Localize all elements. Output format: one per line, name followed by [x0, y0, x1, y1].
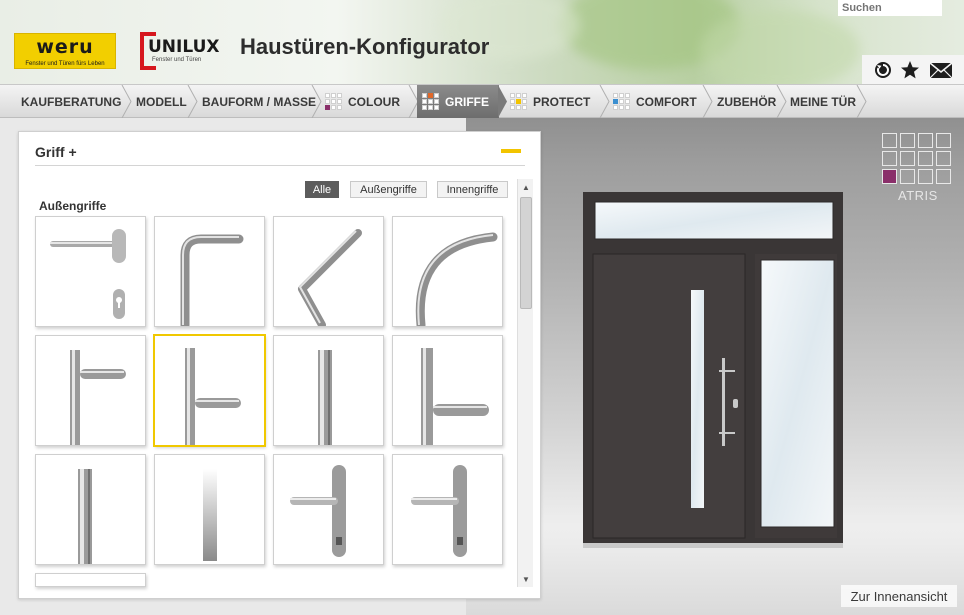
handle-tile[interactable]: [273, 216, 384, 327]
colour-swatch-icon: [325, 93, 342, 110]
unilux-slogan: Fenster und Türen: [152, 57, 202, 63]
nav-label: GRIFFE: [445, 94, 489, 109]
angled-handle-image: [298, 229, 362, 326]
weru-slogan: Fenster und Türen fürs Leben: [25, 61, 105, 67]
search-input[interactable]: [838, 0, 942, 16]
nav-item-meine-tuer[interactable]: MEINE TÜR: [787, 85, 859, 118]
nav-label: KAUFBERATUNG: [21, 94, 122, 109]
nav-label: ZUBEHÖR: [717, 94, 777, 109]
nav-item-kaufberatung[interactable]: KAUFBERATUNG: [18, 85, 124, 118]
model-cell[interactable]: [918, 151, 933, 166]
weru-logo-text: weru: [36, 36, 94, 58]
model-name: ATRIS: [898, 188, 938, 203]
nav-separator: [599, 85, 610, 118]
model-cell[interactable]: [900, 151, 915, 166]
nav-label: MEINE TÜR: [790, 94, 856, 109]
handle-tile[interactable]: [35, 454, 146, 565]
handle-tile[interactable]: [392, 454, 503, 565]
nav-label: COMFORT: [636, 94, 697, 109]
bar-lever-handle-image: [70, 350, 126, 445]
nav-item-griffe[interactable]: GRIFFE: [417, 85, 499, 118]
straight-bar-handle-image: [78, 469, 92, 564]
divider: [35, 165, 525, 166]
handle-tile[interactable]: [35, 335, 146, 446]
mail-icon[interactable]: [928, 59, 954, 81]
comfort-swatch-icon: [613, 93, 630, 110]
nav-label: BAUFORM / MASSE: [202, 94, 316, 109]
section-label: Außengriffe: [39, 199, 107, 213]
nav-item-protect[interactable]: PROTECT: [510, 85, 602, 118]
unilux-logo-text: UNILUX: [148, 37, 220, 57]
nav-label: COLOUR: [348, 94, 400, 109]
main-navigation: KAUFBERATUNG MODELL BAUFORM / MASSE COLO…: [0, 84, 964, 118]
model-cell[interactable]: [918, 133, 933, 148]
unilux-logo[interactable]: UNILUX Fenster und Türen: [140, 32, 220, 70]
model-cell-selected[interactable]: [882, 169, 897, 184]
straight-bar-handle-image: [318, 350, 332, 445]
nav-item-colour[interactable]: COLOUR: [325, 85, 411, 118]
handle-tile-selected[interactable]: [154, 335, 265, 446]
nav-separator: [121, 85, 132, 118]
nav-item-zubehoer[interactable]: ZUBEHÖR: [714, 85, 780, 118]
plate-lever-handle-image: [290, 465, 346, 557]
handle-tile[interactable]: [35, 216, 146, 327]
collapse-button[interactable]: [501, 149, 521, 153]
curved-handle-image: [415, 232, 498, 326]
protect-swatch-icon: [510, 93, 527, 110]
griffe-swatch-icon: [422, 93, 439, 110]
model-cell[interactable]: [918, 169, 933, 184]
star-icon[interactable]: [899, 59, 921, 81]
handle-panel: Griff + Alle Außengriffe Innengriffe Auß…: [18, 131, 541, 599]
handle-tile[interactable]: [154, 454, 265, 565]
scroll-thumb[interactable]: [520, 197, 532, 309]
scroll-up-icon[interactable]: ▲: [518, 179, 534, 195]
model-selector-grid[interactable]: [882, 133, 951, 184]
handle-tile[interactable]: [273, 454, 384, 565]
handle-tile[interactable]: [35, 573, 146, 587]
nav-separator: [311, 85, 322, 118]
bar-lever-handle-image: [421, 348, 489, 445]
plate-lever-handle-image: [411, 465, 467, 557]
history-icon[interactable]: [872, 59, 894, 81]
interior-view-button[interactable]: Zur Innenansicht: [841, 585, 957, 607]
nav-item-modell[interactable]: MODELL: [133, 85, 191, 118]
filter-outer-button[interactable]: Außengriffe: [350, 181, 427, 198]
filter-all-button[interactable]: Alle: [305, 181, 339, 198]
bar-lever-handle-image: [185, 348, 241, 445]
nav-item-comfort[interactable]: COMFORT: [613, 85, 705, 118]
filter-inner-button[interactable]: Innengriffe: [437, 181, 508, 198]
bar-handle-image: [180, 234, 244, 326]
model-cell[interactable]: [936, 151, 951, 166]
model-cell[interactable]: [936, 133, 951, 148]
model-cell[interactable]: [900, 169, 915, 184]
handle-tile[interactable]: [392, 335, 503, 446]
handle-tile[interactable]: [273, 335, 384, 446]
handle-tile[interactable]: [392, 216, 503, 327]
nav-item-bauform-masse[interactable]: BAUFORM / MASSE: [199, 85, 316, 118]
page-title: Haustüren-Konfigurator: [240, 34, 490, 59]
panel-scrollbar[interactable]: ▲ ▼: [517, 179, 533, 587]
background-foliage: [700, 10, 860, 84]
nav-separator: [187, 85, 198, 118]
weru-logo[interactable]: weru Fenster und Türen fürs Leben: [14, 33, 116, 69]
nav-active-arrow: [498, 85, 507, 118]
header-icon-bar: [862, 55, 964, 84]
model-cell[interactable]: [900, 133, 915, 148]
nav-label: PROTECT: [533, 94, 591, 109]
flat-bar-handle-image: [203, 469, 217, 561]
nav-label: MODELL: [136, 94, 187, 109]
nav-separator: [856, 85, 867, 118]
model-cell[interactable]: [882, 151, 897, 166]
nav-separator: [702, 85, 713, 118]
panel-title: Griff +: [35, 144, 77, 160]
scroll-down-icon[interactable]: ▼: [518, 571, 534, 587]
handle-tile[interactable]: [154, 216, 265, 327]
model-cell[interactable]: [936, 169, 951, 184]
model-cell[interactable]: [882, 133, 897, 148]
lever-handle-image: [50, 229, 126, 319]
